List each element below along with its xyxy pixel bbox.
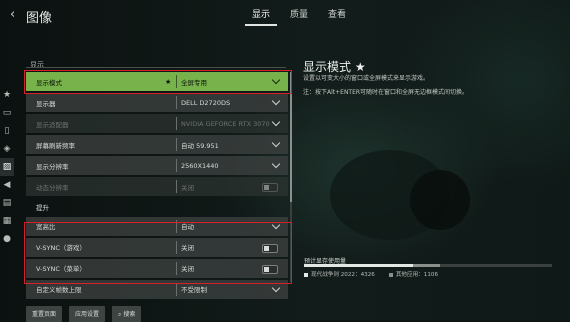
back-icon[interactable]: ‹	[10, 7, 15, 22]
legend-swatch	[304, 272, 308, 277]
row-divider	[176, 282, 177, 296]
vram-bar	[304, 264, 552, 267]
setting-value: 不受限制	[181, 286, 207, 295]
highlight-box-vsync	[24, 222, 292, 284]
detail-description: 设置以可变大小的窗口或全屏模式来显示游戏。	[303, 75, 430, 82]
chevron-down-icon[interactable]	[271, 96, 281, 106]
gamepad-icon[interactable]: ◈	[0, 140, 14, 158]
setting-row-upscaling[interactable]: 提升	[26, 199, 288, 215]
legend-swatch	[388, 272, 393, 277]
category-rail: ★ ▭ ▯ ◈ ▨ ◀ ▤ ▦ ●	[0, 86, 14, 248]
row-divider	[176, 117, 177, 131]
setting-value: 2560X1440	[181, 161, 219, 170]
display-icon[interactable]: ▭	[0, 104, 14, 122]
setting-value: NVIDIA GEFORCE RTX 3070	[181, 119, 270, 128]
chevron-down-icon[interactable]	[271, 117, 281, 127]
chat-icon[interactable]: ▦	[0, 212, 14, 230]
chevron-down-icon[interactable]	[271, 283, 281, 293]
chevron-down-icon[interactable]	[271, 139, 281, 148]
row-divider	[176, 138, 177, 152]
star-icon[interactable]: ★	[0, 86, 14, 104]
tab-quality[interactable]: 质量	[283, 3, 315, 26]
tab-view[interactable]: 查看	[321, 3, 353, 26]
vram-other-legend: 其他应用：1106	[388, 270, 438, 278]
row-divider	[176, 159, 177, 173]
section-label: 显示	[30, 61, 44, 69]
setting-row-display-adapter: 显示适配器 NVIDIA GEFORCE RTX 3070	[26, 114, 288, 134]
setting-label: 显示分辨率	[36, 162, 69, 171]
section-divider	[26, 67, 286, 68]
chevron-down-icon[interactable]	[271, 160, 281, 169]
toggle-switch	[262, 183, 278, 193]
setting-row-monitor[interactable]: 显示器 DELL D2720DS	[26, 93, 288, 113]
setting-value: 关闭	[181, 183, 194, 192]
highlight-box-display-mode	[24, 70, 292, 94]
account-icon[interactable]: ●	[0, 230, 14, 248]
tab-bar: 显示 质量 查看	[245, 3, 353, 26]
page-title: 图像	[26, 11, 53, 26]
setting-label: 显示器	[36, 99, 56, 108]
setting-value: DELL D2720DS	[181, 98, 231, 107]
setting-label: 提升	[36, 203, 49, 212]
vram-game-legend: 现代战争则 2022：4326	[304, 270, 375, 278]
setting-label: 自定义帧数上限	[36, 286, 82, 295]
setting-row-refresh-rate[interactable]: 屏幕刷新频率 自动 59.951	[26, 135, 288, 155]
vram-game-fill	[304, 264, 414, 267]
mouse-icon[interactable]: ▯	[0, 122, 14, 140]
row-divider	[176, 180, 177, 194]
image-icon[interactable]: ▨	[0, 158, 14, 176]
tab-display[interactable]: 显示	[245, 3, 278, 26]
setting-value: 自动 59.951	[181, 141, 219, 150]
vram-legend: 现代战争则 2022：4326 其他应用：1106	[304, 270, 438, 278]
setting-row-dynamic-resolution: 动态分辨率 关闭	[26, 177, 288, 197]
row-divider	[176, 96, 177, 110]
speaker-icon[interactable]: ◀	[0, 176, 14, 194]
detail-note: 注：按下Alt+ENTER可随时在窗口和全屏无边框模式间切换。	[303, 89, 469, 96]
setting-label: 屏幕刷新频率	[36, 141, 75, 150]
subtitles-icon[interactable]: ▤	[0, 194, 14, 212]
header: ‹ 图像 显示 质量 查看	[0, 0, 570, 30]
setting-label: 显示适配器	[36, 120, 69, 129]
setting-label: 动态分辨率	[36, 183, 69, 192]
setting-row-resolution[interactable]: 显示分辨率 2560X1440	[26, 156, 288, 176]
vram-other-fill	[413, 264, 441, 267]
